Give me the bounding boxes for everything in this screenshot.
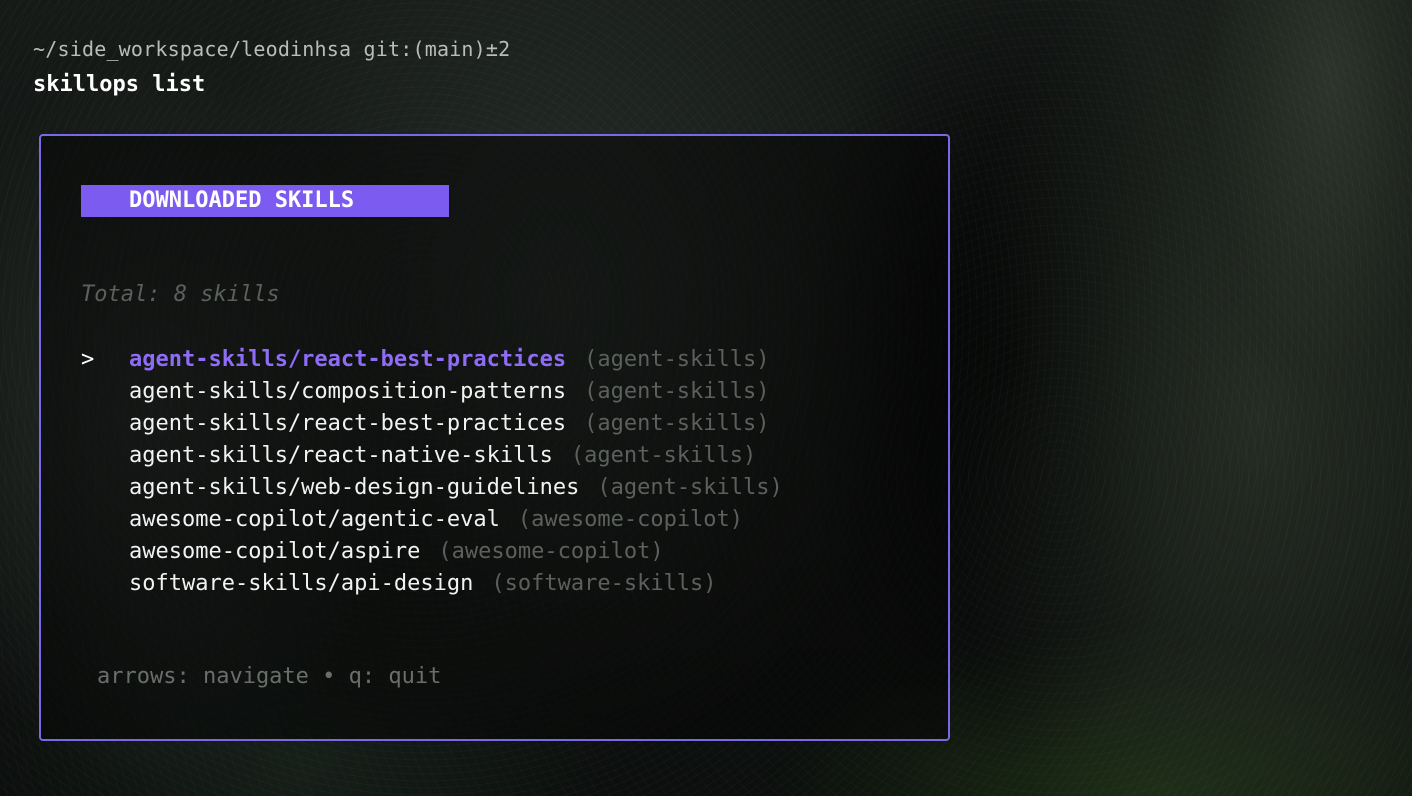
skill-name: agent-skills/composition-patterns	[129, 379, 567, 404]
skill-source: (awesome-copilot)	[517, 507, 744, 532]
panel-title-badge: DOWNLOADED SKILLS	[81, 185, 449, 217]
skill-source: (agent-skills)	[597, 475, 783, 500]
skill-list-item[interactable]: software-skills/api-design (software-ski…	[81, 568, 783, 600]
skill-name: awesome-copilot/aspire	[129, 539, 421, 564]
skill-source: (agent-skills)	[584, 379, 770, 404]
skill-list-item[interactable]: agent-skills/react-best-practices (agent…	[81, 408, 783, 440]
keyboard-hint: arrows: navigate • q: quit	[97, 664, 442, 689]
prompt-path: ~/side_workspace/leodinhsa git:(main)±2	[33, 37, 511, 61]
selection-cursor-icon	[81, 536, 129, 568]
skill-source: (agent-skills)	[584, 347, 770, 372]
skill-name: agent-skills/react-best-practices	[129, 411, 567, 436]
skill-list-item[interactable]: > agent-skills/react-best-practices (age…	[81, 344, 783, 376]
skill-name: software-skills/api-design	[129, 571, 474, 596]
skill-list-item[interactable]: agent-skills/web-design-guidelines (agen…	[81, 472, 783, 504]
selection-cursor-icon: >	[81, 347, 95, 372]
command-line: skillops list	[33, 72, 206, 97]
skill-name: awesome-copilot/agentic-eval	[129, 507, 500, 532]
skill-name: agent-skills/react-native-skills	[129, 443, 553, 468]
selection-cursor-icon	[81, 376, 129, 408]
skill-source: (agent-skills)	[584, 411, 770, 436]
skills-panel: DOWNLOADED SKILLS Total: 8 skills > agen…	[39, 134, 950, 741]
skill-list-item[interactable]: agent-skills/react-native-skills (agent-…	[81, 440, 783, 472]
selection-cursor-icon	[81, 472, 129, 504]
total-count: Total: 8 skills	[81, 282, 280, 307]
selection-cursor-icon	[81, 568, 129, 600]
skill-name: agent-skills/react-best-practices	[129, 347, 567, 372]
skill-list-item[interactable]: awesome-copilot/agentic-eval (awesome-co…	[81, 504, 783, 536]
selection-cursor-icon	[81, 440, 129, 472]
skill-source: (awesome-copilot)	[438, 539, 664, 564]
selection-cursor-icon	[81, 408, 129, 440]
skill-source: (software-skills)	[491, 571, 717, 596]
skill-name: agent-skills/web-design-guidelines	[129, 475, 580, 500]
skill-list-item[interactable]: awesome-copilot/aspire (awesome-copilot)	[81, 536, 783, 568]
skill-source: (agent-skills)	[570, 443, 757, 468]
terminal-window: ~/side_workspace/leodinhsa git:(main)±2 …	[0, 0, 1412, 796]
skill-list: > agent-skills/react-best-practices (age…	[81, 344, 783, 600]
selection-cursor-icon	[81, 504, 129, 536]
skill-list-item[interactable]: agent-skills/composition-patterns (agent…	[81, 376, 783, 408]
